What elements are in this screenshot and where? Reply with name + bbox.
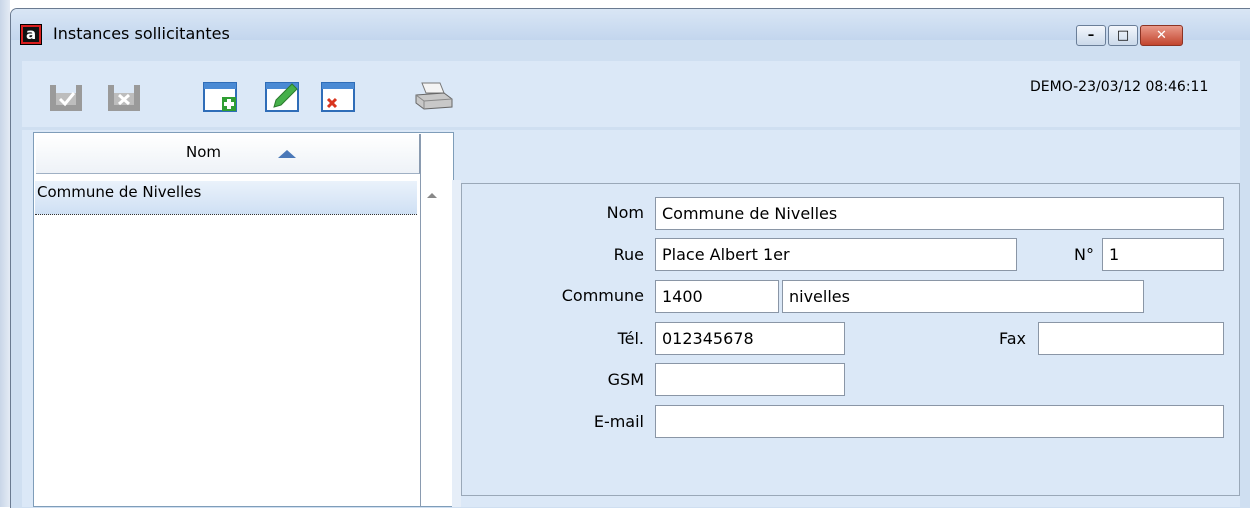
window-delete-icon: [321, 82, 355, 112]
cancel-x-icon: [108, 85, 140, 111]
label-numero: N°: [1074, 245, 1094, 264]
print-button[interactable]: [414, 79, 454, 115]
list-column-divider: [420, 134, 421, 507]
app-logo-icon: a: [20, 24, 42, 45]
maximize-icon: □: [1116, 28, 1130, 43]
save-button[interactable]: [48, 79, 88, 115]
label-nom: Nom: [606, 203, 644, 222]
column-header-nom[interactable]: Nom: [36, 134, 420, 174]
scroll-up-arrow-icon[interactable]: [427, 193, 437, 198]
list-item-label: Commune de Nivelles: [37, 183, 202, 201]
screen-edge: [0, 0, 10, 507]
minimize-button[interactable]: –: [1076, 25, 1106, 46]
label-gsm: GSM: [607, 370, 644, 389]
close-button[interactable]: ✕: [1140, 25, 1183, 46]
label-commune: Commune: [561, 286, 644, 305]
label-email: E-mail: [593, 412, 644, 431]
minimize-icon: –: [1087, 28, 1095, 43]
save-check-icon: [50, 85, 82, 111]
gsm-field[interactable]: [655, 363, 845, 396]
phone-field[interactable]: 012345678: [655, 322, 845, 355]
sort-ascending-icon[interactable]: [278, 150, 296, 158]
postal-code-field[interactable]: 1400: [655, 280, 779, 313]
locality-field[interactable]: nivelles: [782, 280, 1144, 313]
nom-field[interactable]: Commune de Nivelles: [655, 197, 1224, 230]
edit-record-button[interactable]: [264, 79, 304, 115]
printer-icon: [415, 82, 453, 110]
window-title: Instances sollicitantes: [53, 24, 230, 43]
column-header-label: Nom: [186, 143, 222, 161]
window-edit-icon: [265, 82, 299, 112]
numero-field[interactable]: 1: [1102, 238, 1224, 271]
list-item[interactable]: Commune de Nivelles: [35, 181, 417, 215]
close-icon: ✕: [1156, 28, 1167, 43]
delete-record-button[interactable]: [320, 79, 360, 115]
maximize-button[interactable]: □: [1108, 25, 1138, 46]
window-add-icon: [203, 82, 237, 112]
rue-field[interactable]: Place Albert 1er: [655, 238, 1017, 271]
email-field[interactable]: [655, 405, 1224, 438]
label-rue: Rue: [613, 245, 644, 264]
label-fax: Fax: [998, 329, 1026, 348]
label-tel: Tél.: [617, 329, 644, 348]
cancel-button[interactable]: [106, 79, 146, 115]
status-timestamp: DEMO-23/03/12 08:46:11: [1030, 79, 1209, 95]
fax-field[interactable]: [1038, 322, 1224, 355]
detail-gutter: [452, 180, 461, 507]
new-record-button[interactable]: [202, 79, 242, 115]
